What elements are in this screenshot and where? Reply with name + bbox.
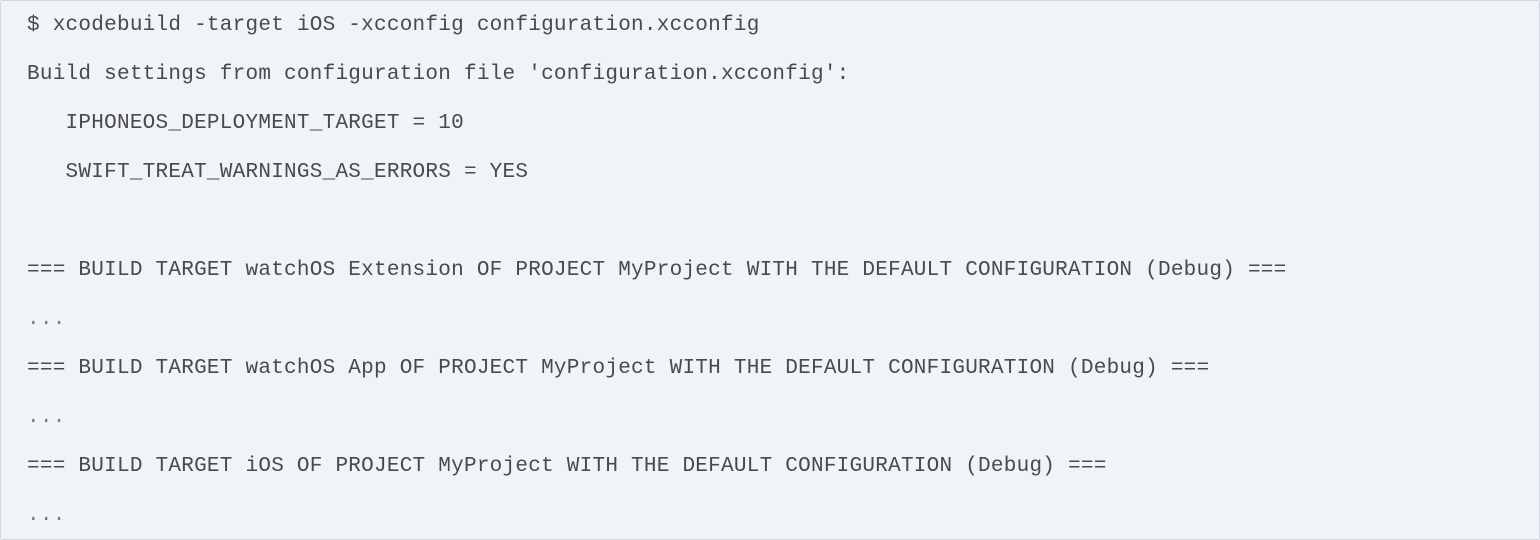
output-line: IPHONEOS_DEPLOYMENT_TARGET = 10 bbox=[27, 112, 464, 135]
command-line: $ xcodebuild -target iOS -xcconfig confi… bbox=[27, 14, 760, 37]
ellipsis-line: ... bbox=[27, 308, 66, 331]
ellipsis-line: ... bbox=[27, 504, 66, 527]
ellipsis-line: ... bbox=[27, 406, 66, 429]
terminal-output: $ xcodebuild -target iOS -xcconfig confi… bbox=[27, 11, 1287, 539]
output-line: === BUILD TARGET watchOS Extension OF PR… bbox=[27, 259, 1287, 282]
output-line: Build settings from configuration file '… bbox=[27, 63, 850, 86]
output-line: === BUILD TARGET iOS OF PROJECT MyProjec… bbox=[27, 455, 1107, 478]
output-line: SWIFT_TREAT_WARNINGS_AS_ERRORS = YES bbox=[27, 161, 529, 184]
terminal-output-block: $ xcodebuild -target iOS -xcconfig confi… bbox=[0, 0, 1540, 540]
output-line: === BUILD TARGET watchOS App OF PROJECT … bbox=[27, 357, 1210, 380]
